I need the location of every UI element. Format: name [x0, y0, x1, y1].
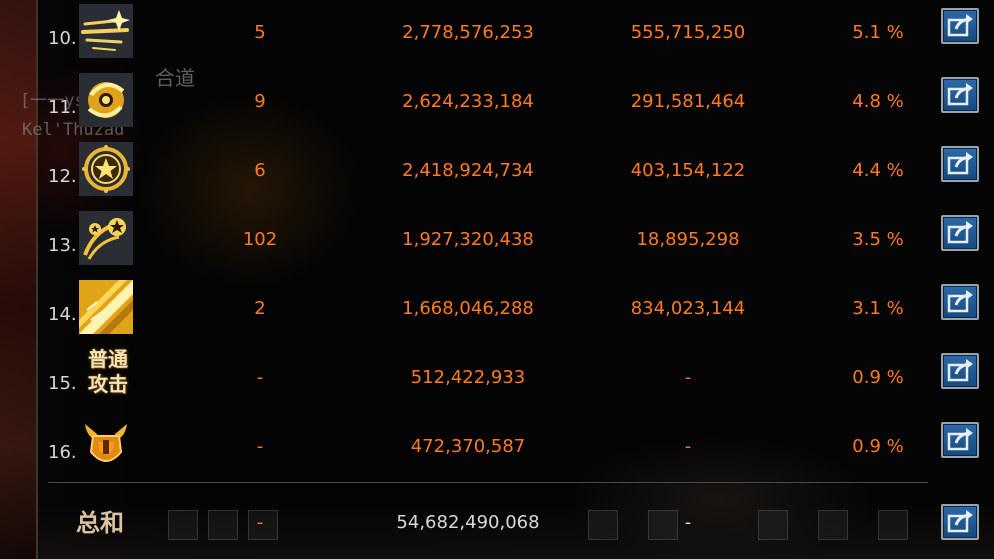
row-total-damage: 2,778,576,253 — [402, 22, 534, 43]
row-total-damage: 1,927,320,438 — [402, 229, 534, 250]
row-hits: 9 — [254, 91, 266, 112]
row-damage-per-hit: 555,715,250 — [630, 22, 746, 43]
share-arrow-icon — [947, 221, 973, 244]
row-damage-percent: 0.9 % — [852, 436, 904, 457]
table-row: 11. 9 2,624,233,184 291,581,464 4.8 % — [38, 69, 994, 135]
share-button[interactable] — [941, 284, 979, 320]
table-row: 10. 5 2,778,576,253 555,715,250 5.1 % — [38, 0, 994, 66]
summary-row: 总和 - 54,682,490,068 - — [38, 490, 994, 556]
row-hits: - — [256, 367, 264, 388]
row-total-damage: 472,370,587 — [410, 436, 526, 457]
summary-hits: - — [256, 512, 264, 533]
row-total-damage: 1,668,046,288 — [402, 298, 534, 319]
row-damage-per-hit: 834,023,144 — [630, 298, 746, 319]
share-button[interactable] — [941, 353, 979, 389]
table-row: 16. - 472,370,587 - 0.9 % — [38, 414, 994, 480]
row-damage-per-hit: 291,581,464 — [630, 91, 746, 112]
row-damage-percent: 3.1 % — [852, 298, 904, 319]
share-arrow-icon — [947, 14, 973, 37]
table-row: 15. 普通 攻击 - 512,422,933 - 0.9 % — [38, 345, 994, 411]
summary-divider — [48, 482, 928, 483]
table-row: 13. 102 1,927,320,438 18,895,298 3.5 % — [38, 207, 994, 273]
row-hits: 102 — [242, 229, 278, 250]
row-hits: 5 — [254, 22, 266, 43]
row-damage-per-hit: 18,895,298 — [636, 229, 740, 250]
star-ring-emblem-icon — [79, 142, 133, 196]
summary-total-damage: 54,682,490,068 — [396, 512, 540, 533]
normal-attack-text-icon: 普通 攻击 — [81, 347, 135, 403]
share-button[interactable] — [941, 146, 979, 182]
share-button[interactable] — [941, 8, 979, 44]
share-arrow-icon — [947, 83, 973, 106]
row-total-damage: 2,624,233,184 — [402, 91, 534, 112]
share-arrow-icon — [947, 510, 973, 533]
row-damage-percent: 0.9 % — [852, 367, 904, 388]
share-arrow-icon — [947, 428, 973, 451]
share-arrow-icon — [947, 359, 973, 382]
comet-stars-icon — [79, 211, 133, 265]
table-row: 12. 6 2,418,924,734 403,154,122 4.4 % — [38, 138, 994, 204]
row-damage-per-hit: 403,154,122 — [630, 160, 746, 181]
background-character-art — [0, 0, 36, 559]
row-damage-per-hit: - — [684, 367, 692, 388]
row-damage-percent: 4.4 % — [852, 160, 904, 181]
row-total-damage: 2,418,924,734 — [402, 160, 534, 181]
row-hits: - — [256, 436, 264, 457]
golden-slash-streaks-icon — [79, 4, 133, 58]
row-hits: 6 — [254, 160, 266, 181]
share-arrow-icon — [947, 290, 973, 313]
row-damage-percent: 5.1 % — [852, 22, 904, 43]
row-total-damage: 512,422,933 — [410, 367, 526, 388]
share-button[interactable] — [941, 215, 979, 251]
damage-stats-screen: [一一ys一] Kel'Thuzad 合道 10. 5 2,778,576,25… — [0, 0, 994, 559]
share-arrow-icon — [947, 152, 973, 175]
horned-helmet-shield-icon — [79, 418, 133, 472]
golden-swirl-orb-icon — [79, 73, 133, 127]
row-damage-percent: 4.8 % — [852, 91, 904, 112]
table-row: 14. 2 1,668,046,288 834,023,144 3.1 % — [38, 276, 994, 342]
summary-damage-per-hit: - — [684, 512, 692, 533]
row-hits: 2 — [254, 298, 266, 319]
normal-attack-text-line-2: 攻击 — [88, 372, 128, 396]
row-damage-per-hit: - — [684, 436, 692, 457]
row-damage-percent: 3.5 % — [852, 229, 904, 250]
normal-attack-text-line-1: 普通 — [88, 347, 128, 371]
share-button[interactable] — [941, 77, 979, 113]
share-button[interactable] — [941, 422, 979, 458]
skill-damage-table: 10. 5 2,778,576,253 555,715,250 5.1 % 11… — [38, 0, 994, 559]
summary-label: 总和 — [76, 509, 124, 537]
golden-blade-flash-icon — [79, 280, 133, 334]
summary-share-button[interactable] — [941, 504, 979, 540]
